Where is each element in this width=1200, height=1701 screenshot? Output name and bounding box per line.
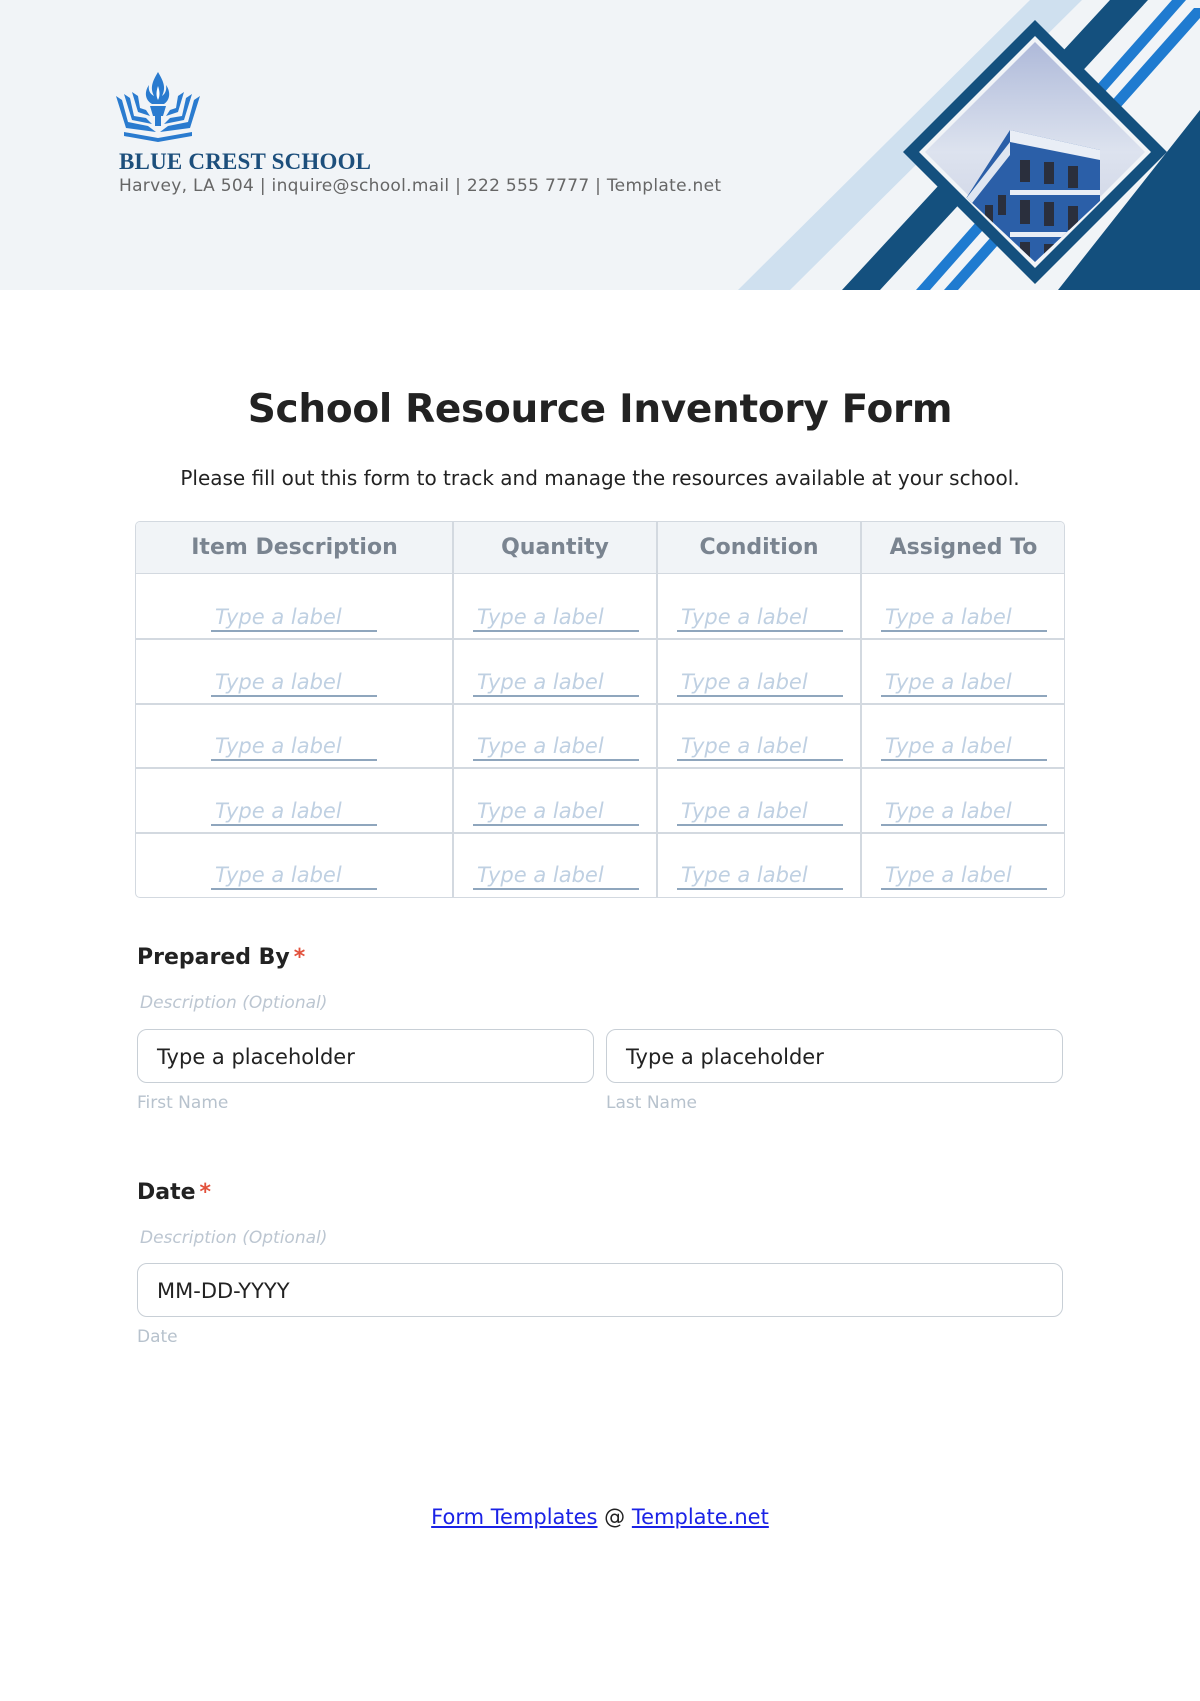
date-heading: Date * — [137, 1180, 211, 1205]
date-description: Description (Optional) — [140, 1228, 328, 1248]
table-header: Item Description Quantity Condition Assi… — [136, 522, 1064, 574]
condition-field[interactable]: Type a label — [677, 604, 843, 632]
prepared-by-heading: Prepared By * — [137, 945, 305, 970]
prepared-by-label: Prepared By — [137, 945, 290, 970]
assigned-to-field[interactable]: Type a label — [881, 733, 1047, 761]
assigned-to-field[interactable]: Type a label — [881, 669, 1047, 697]
quantity-field[interactable]: Type a label — [473, 798, 639, 826]
first-name-input[interactable]: Type a placeholder — [137, 1029, 594, 1083]
quantity-field[interactable]: Type a label — [473, 669, 639, 697]
item-description-field[interactable]: Type a label — [211, 862, 377, 890]
condition-field[interactable]: Type a label — [677, 669, 843, 697]
condition-field[interactable]: Type a label — [677, 862, 843, 890]
required-asterisk: * — [293, 945, 306, 970]
quantity-field[interactable]: Type a label — [473, 862, 639, 890]
template-net-link[interactable]: Template.net — [632, 1505, 769, 1529]
date-label: Date — [137, 1180, 196, 1205]
date-sublabel: Date — [137, 1327, 178, 1347]
item-description-field[interactable]: Type a label — [211, 798, 377, 826]
last-name-label: Last Name — [606, 1093, 697, 1113]
assigned-to-field[interactable]: Type a label — [881, 862, 1047, 890]
row-divider — [136, 832, 1064, 834]
required-asterisk: * — [199, 1180, 212, 1205]
assigned-to-field[interactable]: Type a label — [881, 798, 1047, 826]
quantity-field[interactable]: Type a label — [473, 733, 639, 761]
school-name: BLUE CREST SCHOOL — [119, 149, 372, 174]
form-title: School Resource Inventory Form — [247, 387, 953, 432]
column-header-assigned-to: Assigned To — [889, 535, 1038, 560]
row-divider — [136, 703, 1064, 705]
column-divider — [656, 522, 658, 897]
column-header-quantity: Quantity — [501, 535, 609, 560]
form-templates-link[interactable]: Form Templates — [431, 1505, 597, 1529]
item-description-field[interactable]: Type a label — [211, 733, 377, 761]
row-divider — [136, 767, 1064, 769]
condition-field[interactable]: Type a label — [677, 733, 843, 761]
column-header-item-description: Item Description — [191, 535, 398, 560]
page-header: BLUE CREST SCHOOL Harvey, LA 504 | inqui… — [0, 0, 1200, 290]
item-description-field[interactable]: Type a label — [211, 669, 377, 697]
school-logo — [116, 72, 200, 142]
column-divider — [860, 522, 862, 897]
first-name-label: First Name — [137, 1093, 229, 1113]
column-header-condition: Condition — [699, 535, 819, 560]
quantity-field[interactable]: Type a label — [473, 604, 639, 632]
item-description-field[interactable]: Type a label — [211, 604, 377, 632]
date-input[interactable]: MM-DD-YYYY — [137, 1263, 1063, 1317]
footer: Form Templates @ Template.net — [0, 1505, 1200, 1529]
prepared-by-description: Description (Optional) — [140, 993, 328, 1013]
condition-field[interactable]: Type a label — [677, 798, 843, 826]
form-subtitle: Please fill out this form to track and m… — [180, 466, 1020, 490]
header-decoration — [738, 0, 1200, 290]
row-divider — [136, 638, 1064, 640]
inventory-table: Item Description Quantity Condition Assi… — [135, 521, 1065, 898]
school-contact-info: Harvey, LA 504 | inquire@school.mail | 2… — [119, 176, 722, 196]
column-divider — [452, 522, 454, 897]
last-name-input[interactable]: Type a placeholder — [606, 1029, 1063, 1083]
footer-separator: @ — [597, 1505, 632, 1529]
assigned-to-field[interactable]: Type a label — [881, 604, 1047, 632]
